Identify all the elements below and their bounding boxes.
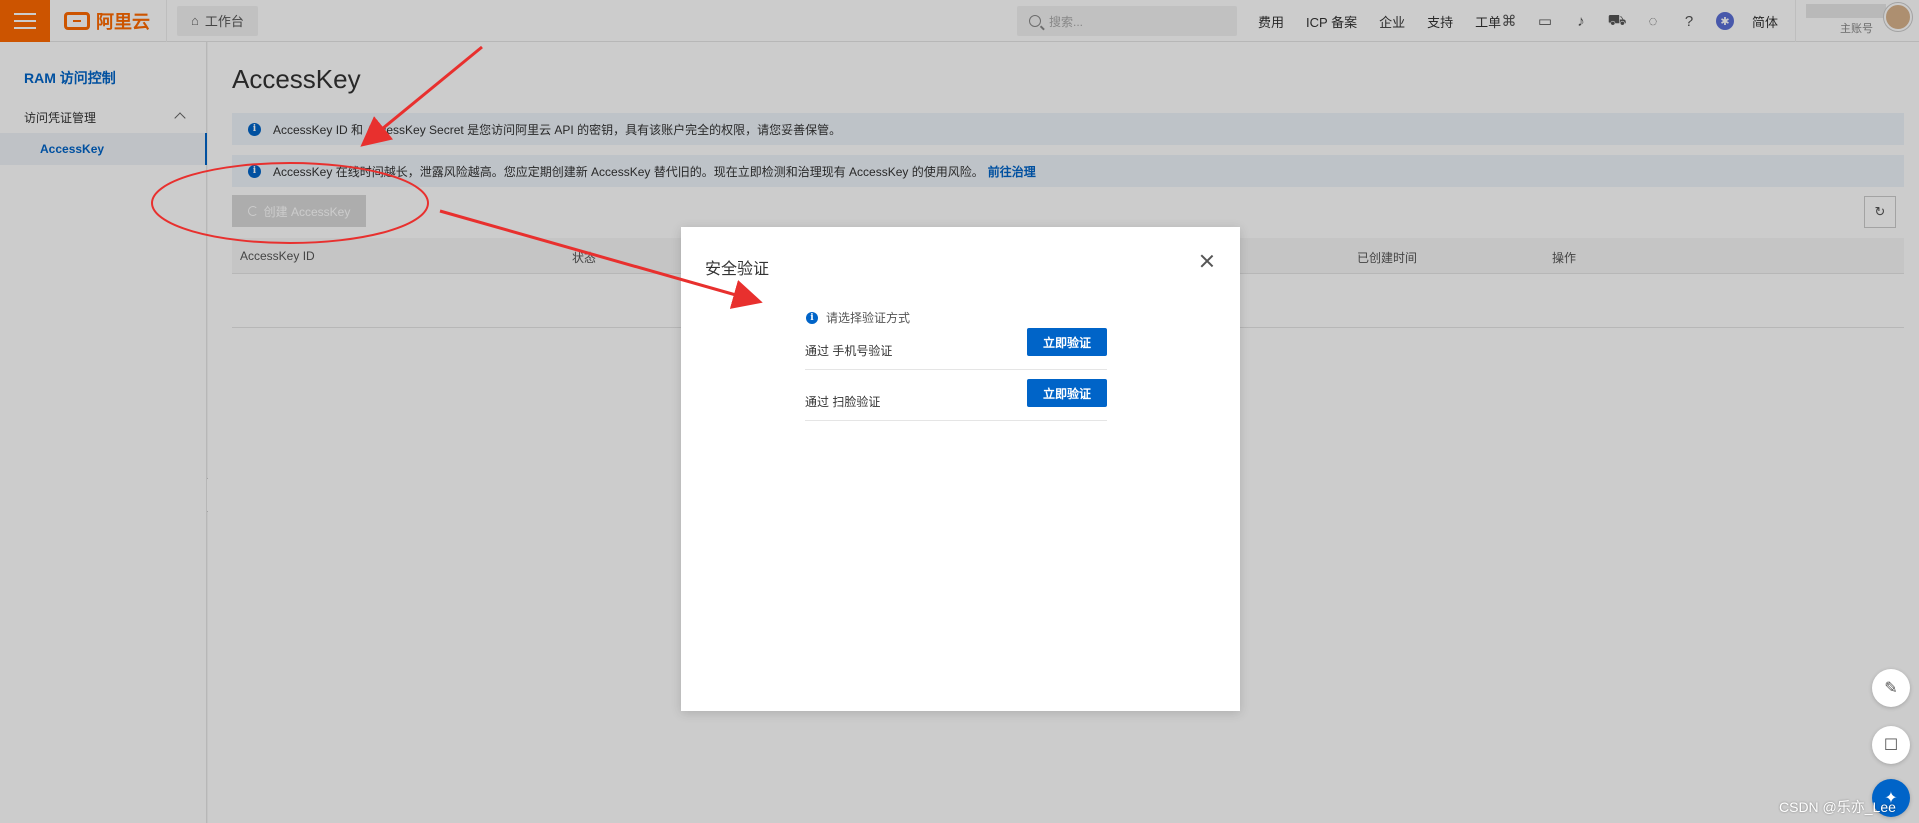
chat-icon: ☐ (1883, 737, 1899, 754)
verify-phone-button[interactable]: 立即验证 (1027, 328, 1107, 356)
watermark: CSDN @乐亦_Lee (1779, 799, 1896, 815)
chat-button[interactable]: ☐ (1872, 726, 1910, 764)
verify-face-button[interactable]: 立即验证 (1027, 379, 1107, 407)
pencil-icon: ✎ (1884, 680, 1898, 697)
close-icon[interactable] (1197, 251, 1217, 271)
verify-option-label: 通过 扫脸验证 (805, 395, 881, 409)
verify-option-face: 通过 扫脸验证 立即验证 (805, 371, 1107, 421)
dialog-title: 安全验证 (705, 261, 770, 278)
verify-option-label: 通过 手机号验证 (805, 344, 893, 358)
security-verification-dialog: 安全验证 i 请选择验证方式 通过 手机号验证 立即验证 通过 扫脸验证 立即验… (681, 227, 1240, 711)
verify-option-phone: 通过 手机号验证 立即验证 (805, 320, 1107, 370)
edit-feedback-button[interactable]: ✎ (1872, 669, 1910, 707)
